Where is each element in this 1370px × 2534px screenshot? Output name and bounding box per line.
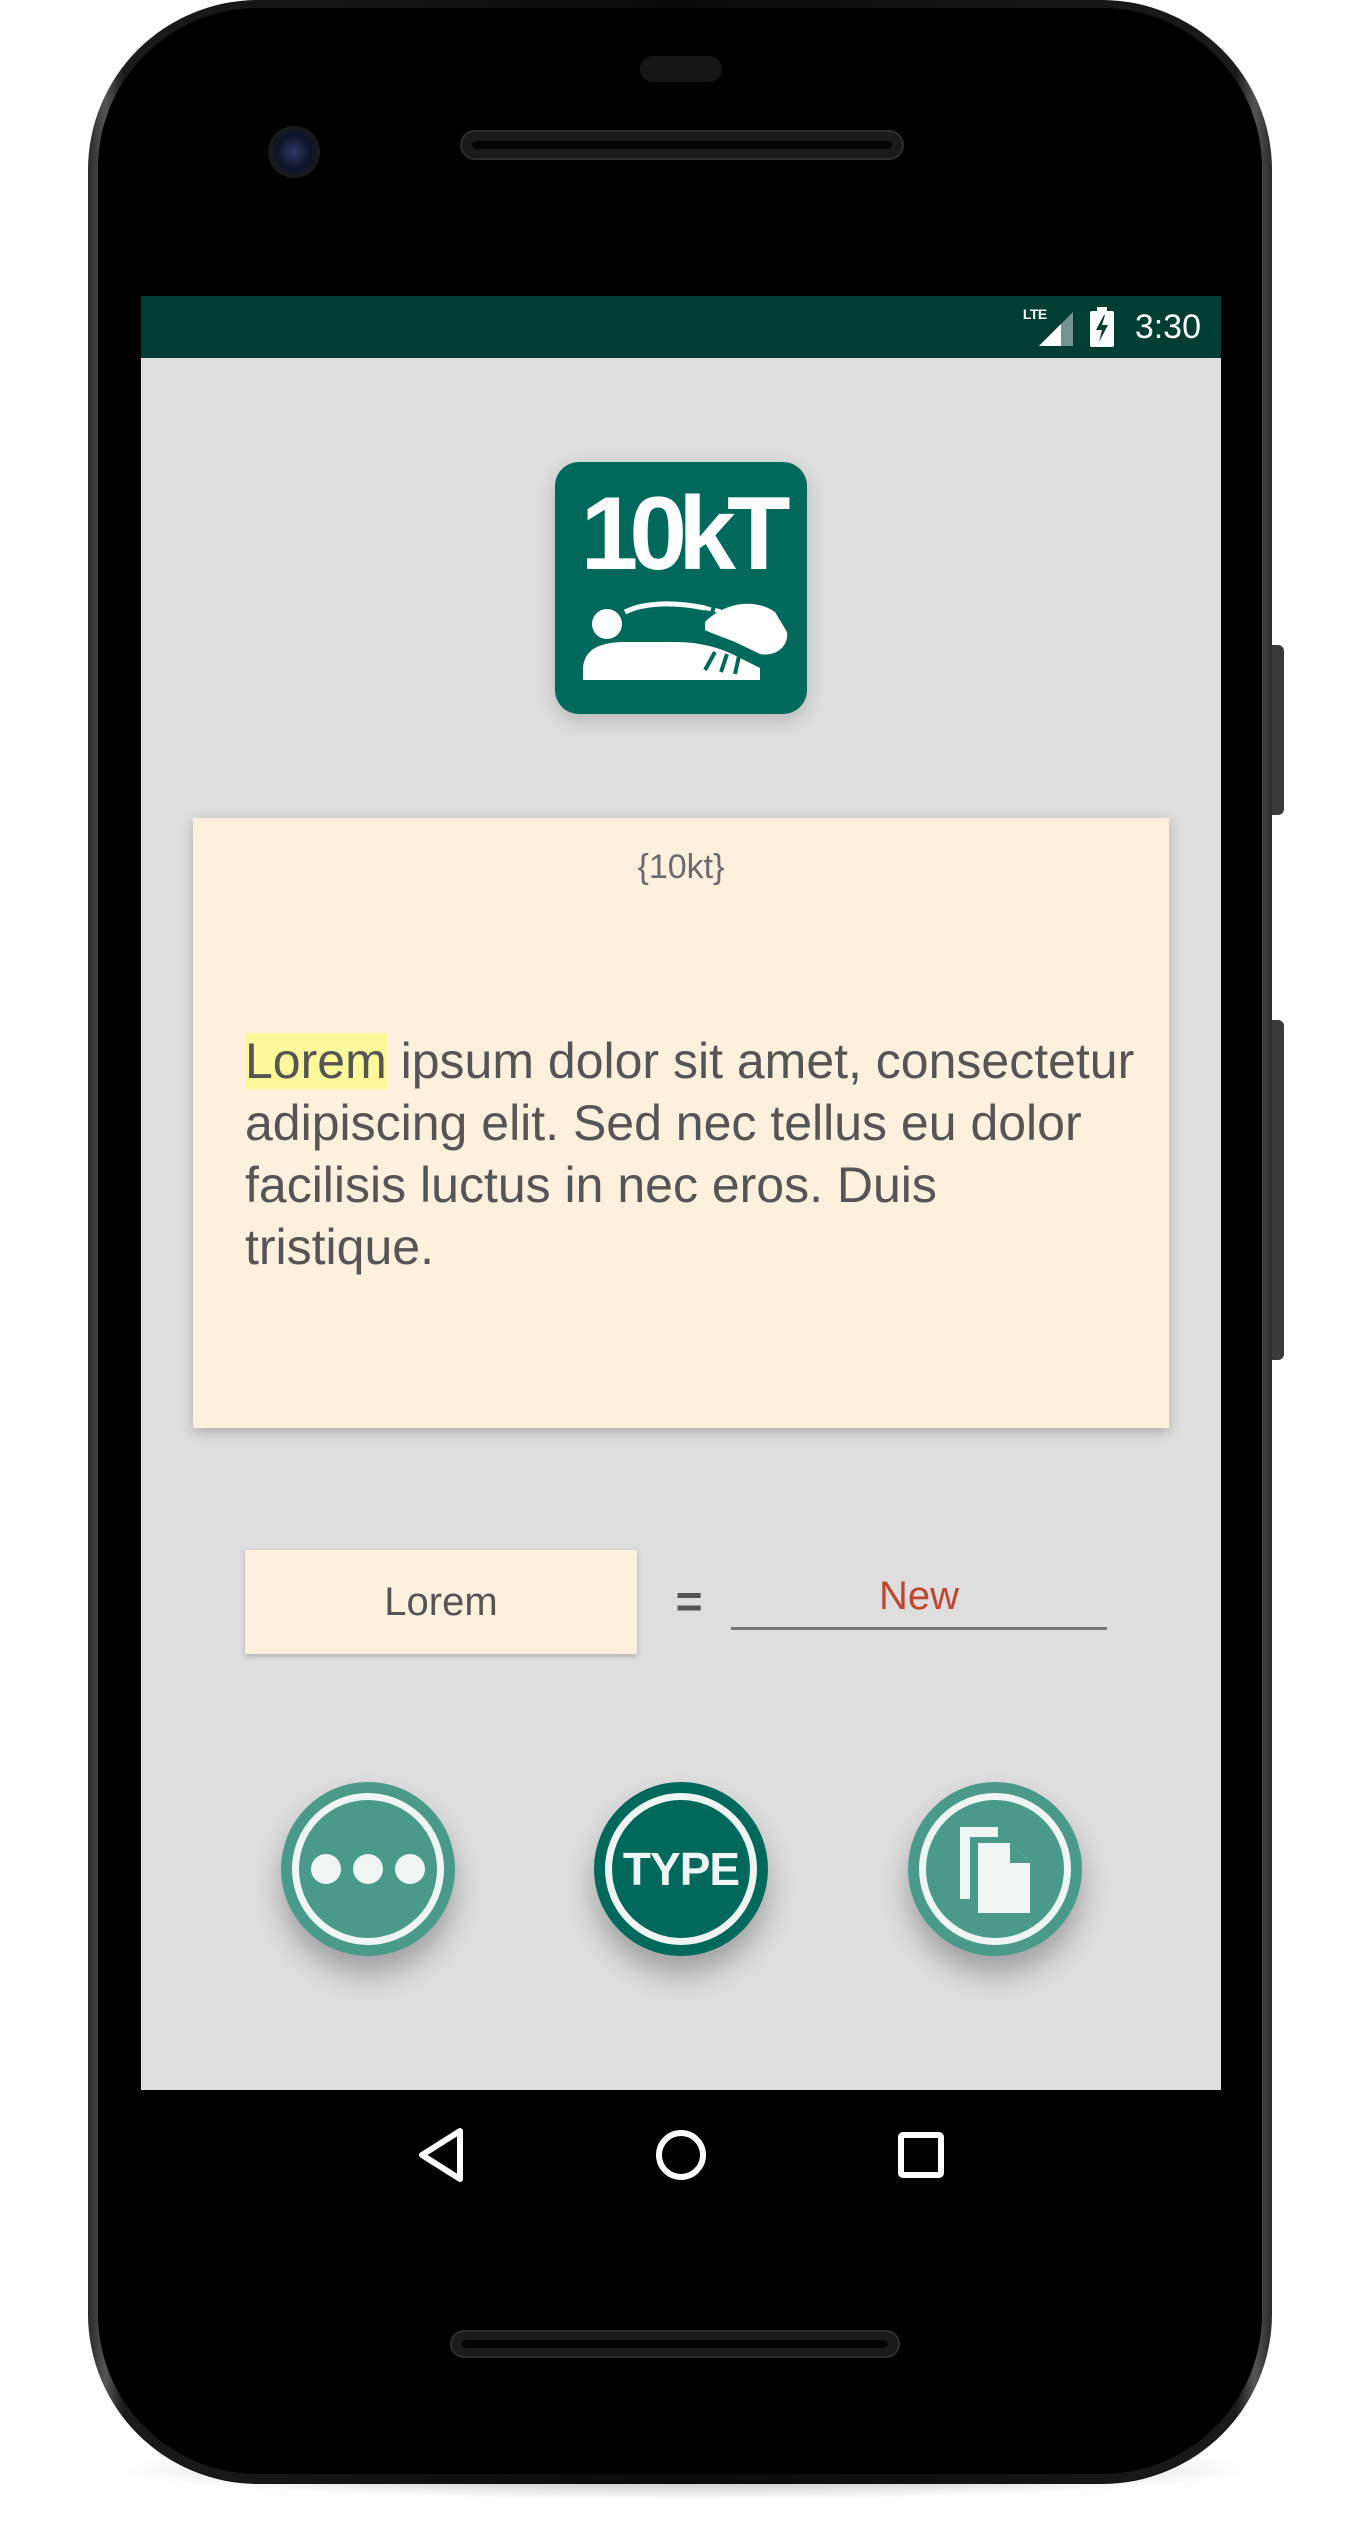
source-word-box: Lorem [245, 1550, 637, 1654]
recents-icon [898, 2132, 944, 2178]
equals-sign: = [675, 1575, 703, 1627]
app-screen: LTE 3:30 10kT {10kt} Lorem ipsum dolor s… [141, 296, 1221, 2090]
type-button[interactable]: TYPE [594, 1782, 768, 1956]
card-text: Lorem ipsum dolor sit amet, consectetur … [245, 1030, 1135, 1278]
status-time: 3:30 [1134, 307, 1201, 346]
more-button[interactable] [281, 1782, 455, 1956]
home-icon [656, 2130, 706, 2180]
battery-charging-icon [1089, 307, 1114, 347]
copy-icon [960, 1827, 1030, 1913]
status-icons: LTE 3:30 [1023, 296, 1201, 358]
recents-button[interactable] [886, 2120, 956, 2190]
earpiece-speaker [460, 130, 904, 160]
bottom-speaker [450, 2330, 900, 2358]
sensor-slot [640, 56, 722, 82]
text-card: {10kt} Lorem ipsum dolor sit amet, conse… [193, 818, 1169, 1428]
back-button[interactable] [406, 2120, 476, 2190]
navigation-bar [141, 2090, 1221, 2220]
front-camera [268, 126, 320, 178]
home-button[interactable] [646, 2120, 716, 2190]
replacement-input[interactable]: New [731, 1550, 1107, 1630]
more-horizontal-icon [311, 1854, 425, 1884]
highlighted-word[interactable]: Lorem [245, 1033, 387, 1089]
copy-button[interactable] [908, 1782, 1082, 1956]
app-logo: 10kT [555, 462, 807, 714]
typing-hand-icon [583, 601, 788, 680]
dot [311, 1854, 341, 1884]
dot [353, 1854, 383, 1884]
type-button-label: TYPE [622, 1843, 740, 1895]
card-tag: {10kt} [637, 848, 725, 886]
device-frame: LTE 3:30 10kT {10kt} Lorem ipsum dolor s… [0, 0, 1370, 2534]
dot [395, 1854, 425, 1884]
volume-button [1270, 1020, 1284, 1360]
signal-icon: LTE [1023, 306, 1075, 348]
power-button [1270, 645, 1284, 815]
status-bar: LTE 3:30 [141, 296, 1221, 358]
back-icon [419, 2128, 463, 2182]
